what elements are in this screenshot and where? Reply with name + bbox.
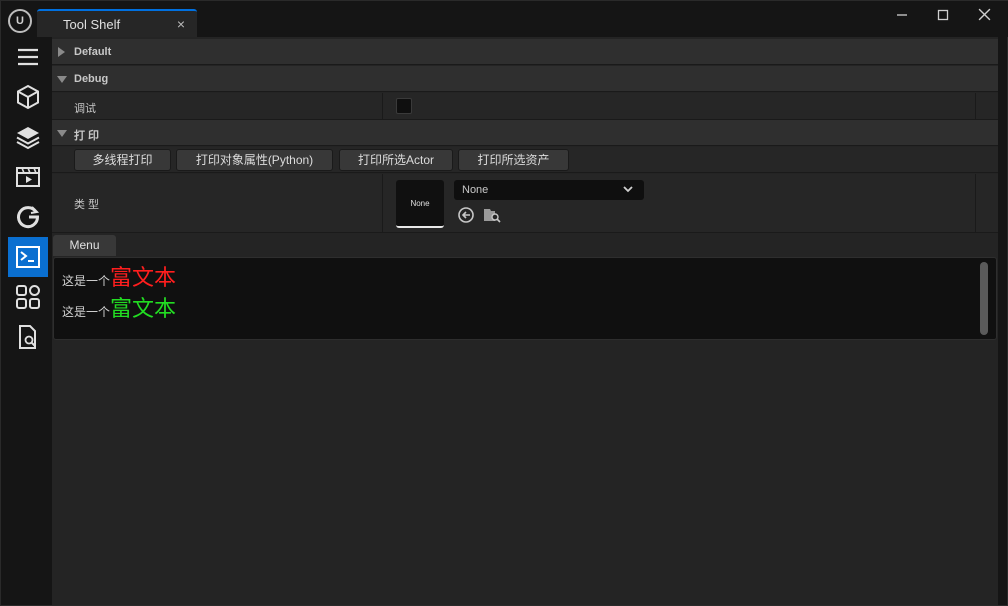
asset-thumbnail[interactable]: None [396, 180, 444, 228]
column-splitter[interactable] [382, 174, 383, 232]
tab-title: Tool Shelf [63, 17, 121, 32]
tab-tool-shelf[interactable]: Tool Shelf × [37, 9, 197, 37]
layers-icon [16, 127, 40, 150]
chevron-down-icon [623, 186, 633, 193]
maximize-icon [937, 9, 949, 21]
sequencer-tool-button[interactable] [8, 157, 48, 197]
unreal-logo-icon[interactable]: U [8, 9, 32, 33]
film-clapper-icon [16, 167, 40, 187]
tab-close-icon[interactable]: × [177, 16, 185, 32]
apps-tool-button[interactable] [8, 277, 48, 317]
rich-text-line: 这是一个富文本 [62, 260, 176, 292]
cube-icon [17, 84, 39, 110]
column-splitter [975, 174, 976, 232]
property-row-debug: 调试 [52, 93, 998, 120]
close-window-button[interactable] [969, 5, 999, 27]
plain-text: 这是一个 [62, 305, 111, 319]
category-default[interactable]: Default [52, 39, 998, 65]
print-object-properties-button[interactable]: 打印对象属性(Python) [176, 149, 333, 171]
print-button-row: 多线程打印 打印对象属性(Python) 打印所选Actor 打印所选资产 [52, 147, 998, 173]
print-selected-asset-button[interactable]: 打印所选资产 [458, 149, 569, 171]
category-label: 打 印 [74, 130, 100, 142]
column-splitter [975, 93, 976, 119]
document-search-icon [19, 325, 36, 349]
plain-text: 这是一个 [62, 274, 111, 288]
details-panel: Default Debug 调试 打 印 多线程打印 打印对象属性(Python… [52, 37, 998, 605]
rich-text-red: 富文本 [110, 266, 177, 291]
expanded-arrow-icon [57, 76, 67, 83]
refresh-g-icon [17, 206, 40, 229]
rich-text-box[interactable]: 这是一个富文本 这是一个富文本 [53, 257, 997, 340]
column-splitter[interactable] [382, 93, 383, 119]
property-label: 调试 [74, 103, 96, 115]
print-selected-actor-button[interactable]: 打印所选Actor [339, 149, 453, 171]
multithread-print-button[interactable]: 多线程打印 [74, 149, 171, 171]
category-debug[interactable]: Debug [52, 66, 998, 92]
folder-search-icon[interactable] [483, 206, 501, 224]
cube-tool-button[interactable] [8, 77, 48, 117]
maximize-button[interactable] [928, 5, 958, 27]
title-bar: U Tool Shelf × [1, 1, 1008, 37]
rich-text-line: 这是一个富文本 [62, 291, 176, 323]
arrow-left-circle-icon[interactable] [457, 206, 475, 224]
collapsed-arrow-icon [58, 47, 65, 57]
vertical-scrollbar[interactable] [980, 262, 988, 335]
expanded-arrow-icon [57, 130, 67, 137]
minimize-icon [897, 14, 907, 16]
combo-value: None [462, 184, 489, 196]
menu-button[interactable]: Menu [53, 235, 116, 256]
menu-toggle-button[interactable] [8, 37, 48, 77]
category-print[interactable]: 打 印 [52, 120, 998, 146]
minimize-button[interactable] [887, 5, 917, 27]
layers-tool-button[interactable] [8, 117, 48, 157]
tool-shelf-window: U Tool Shelf × Default Debug 调试 打 印 多线程打… [0, 0, 1008, 606]
grid-apps-icon [16, 285, 40, 309]
terminal-icon [16, 246, 40, 268]
doc-search-tool-button[interactable] [8, 317, 48, 357]
category-label: Debug [74, 73, 109, 85]
thumbnail-text: None [410, 198, 430, 208]
debug-checkbox[interactable] [396, 98, 412, 114]
asset-picker-combo[interactable]: None [454, 180, 644, 200]
refresh-tool-button[interactable] [8, 197, 48, 237]
property-row-type: 类 型 None None [52, 174, 998, 233]
close-icon [978, 8, 990, 21]
left-toolbar [1, 37, 51, 605]
property-label: 类 型 [74, 199, 100, 211]
rich-text-green: 富文本 [110, 297, 177, 322]
hamburger-menu-icon [18, 48, 38, 66]
terminal-tool-button[interactable] [8, 237, 48, 277]
category-label: Default [74, 46, 112, 58]
